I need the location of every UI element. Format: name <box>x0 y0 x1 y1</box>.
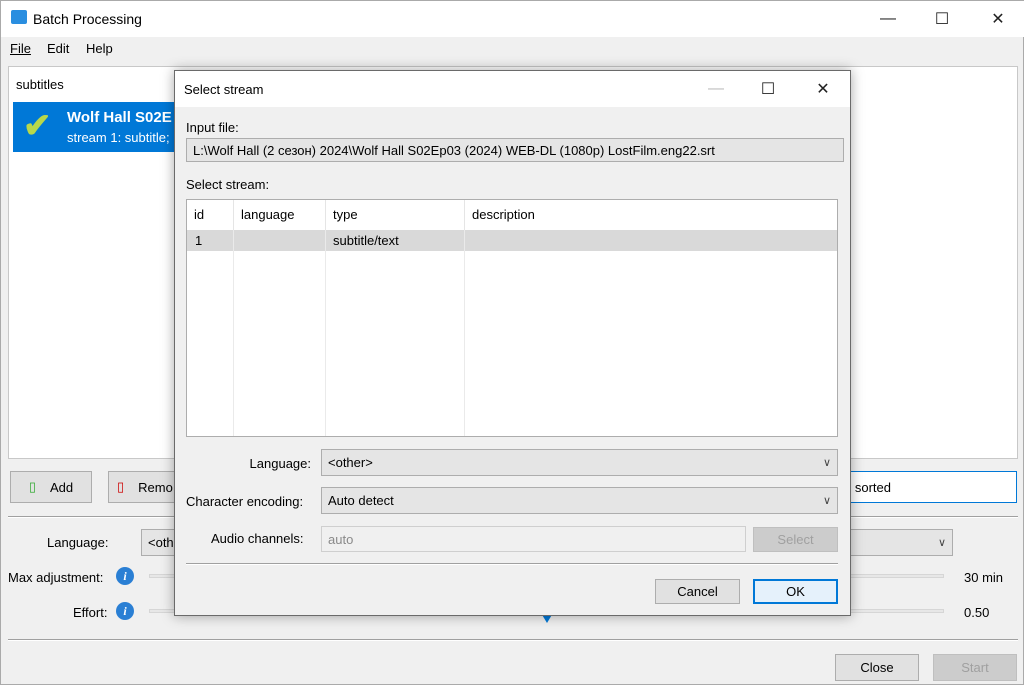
streams-table[interactable]: id language type description 1 subtitle/… <box>186 199 838 437</box>
column-header-id[interactable]: id <box>187 200 234 230</box>
add-label: Add <box>50 479 74 495</box>
audio-channels-label: Audio channels: <box>211 531 304 546</box>
column-header-type[interactable]: type <box>326 200 465 230</box>
ok-button[interactable]: OK <box>753 579 838 604</box>
effort-label: Effort: <box>73 605 108 620</box>
window-title: Batch Processing <box>33 11 142 27</box>
checkmark-icon: ✔ <box>23 107 52 145</box>
title-bar: Batch Processing — ☐ ✕ <box>1 1 1024 37</box>
audio-channels-field[interactable]: auto <box>321 526 746 552</box>
start-button[interactable]: Start <box>933 654 1017 681</box>
encoding-label: Character encoding: <box>186 494 304 509</box>
close-dialog-button[interactable]: ✕ <box>800 71 846 107</box>
chevron-down-icon: ∨ <box>937 537 946 549</box>
menu-edit[interactable]: Edit <box>47 41 69 56</box>
encoding-value: Auto detect <box>328 493 394 508</box>
dialog-language-combo[interactable]: <other> ∨ <box>321 449 838 476</box>
info-icon[interactable]: i <box>116 567 134 585</box>
menu-help[interactable]: Help <box>86 41 113 56</box>
menu-file[interactable]: File <box>10 41 31 56</box>
input-file-label: Input file: <box>186 120 239 135</box>
chevron-down-icon: ∨ <box>822 495 831 507</box>
max-adjustment-label: Max adjustment: <box>8 570 104 585</box>
separator <box>8 639 1018 641</box>
input-file-field[interactable]: L:\Wolf Hall (2 сезон) 2024\Wolf Hall S0… <box>186 138 844 162</box>
select-stream-label: Select stream: <box>186 177 270 192</box>
add-button[interactable]: ▯ Add <box>10 471 92 503</box>
dialog-language-value: <other> <box>328 455 373 470</box>
app-icon <box>11 10 27 24</box>
separator <box>186 563 838 565</box>
close-button[interactable]: Close <box>835 654 919 681</box>
language-value: <oth <box>148 535 174 550</box>
list-header: subtitles <box>16 77 64 92</box>
add-file-icon: ▯ <box>28 479 36 494</box>
dialog-title-bar: Select stream — ☐ ✕ <box>175 71 850 107</box>
maximize-button[interactable]: ☐ <box>919 1 965 37</box>
column-divider <box>234 230 326 436</box>
minimize-button[interactable]: — <box>865 1 911 37</box>
info-icon[interactable]: i <box>116 602 134 620</box>
close-window-button[interactable]: ✕ <box>975 1 1021 37</box>
chevron-down-icon: ∨ <box>822 457 831 469</box>
column-divider <box>326 230 465 436</box>
max-adjustment-value: 30 min <box>964 570 1004 585</box>
minimize-button: — <box>708 80 724 97</box>
select-stream-dialog: Select stream — ☐ ✕ Input file: L:\Wolf … <box>174 70 851 616</box>
effort-value: 0.50 <box>964 605 990 620</box>
column-header-language[interactable]: language <box>234 200 326 230</box>
remove-file-icon: ▯ <box>117 479 125 494</box>
column-divider <box>187 230 234 436</box>
item-subtitle: stream 1: subtitle; <box>67 130 170 145</box>
maximize-button[interactable]: ☐ <box>745 71 791 107</box>
column-header-description[interactable]: description <box>465 200 837 230</box>
remove-label: Remo <box>138 479 173 495</box>
cancel-button[interactable]: Cancel <box>655 579 740 604</box>
select-button[interactable]: Select <box>753 527 838 552</box>
encoding-combo[interactable]: Auto detect ∨ <box>321 487 838 514</box>
dialog-title: Select stream <box>184 82 264 97</box>
language-label: Language: <box>47 535 109 550</box>
dialog-language-label: Language: <box>249 456 311 471</box>
item-title: Wolf Hall S02E <box>67 109 172 126</box>
